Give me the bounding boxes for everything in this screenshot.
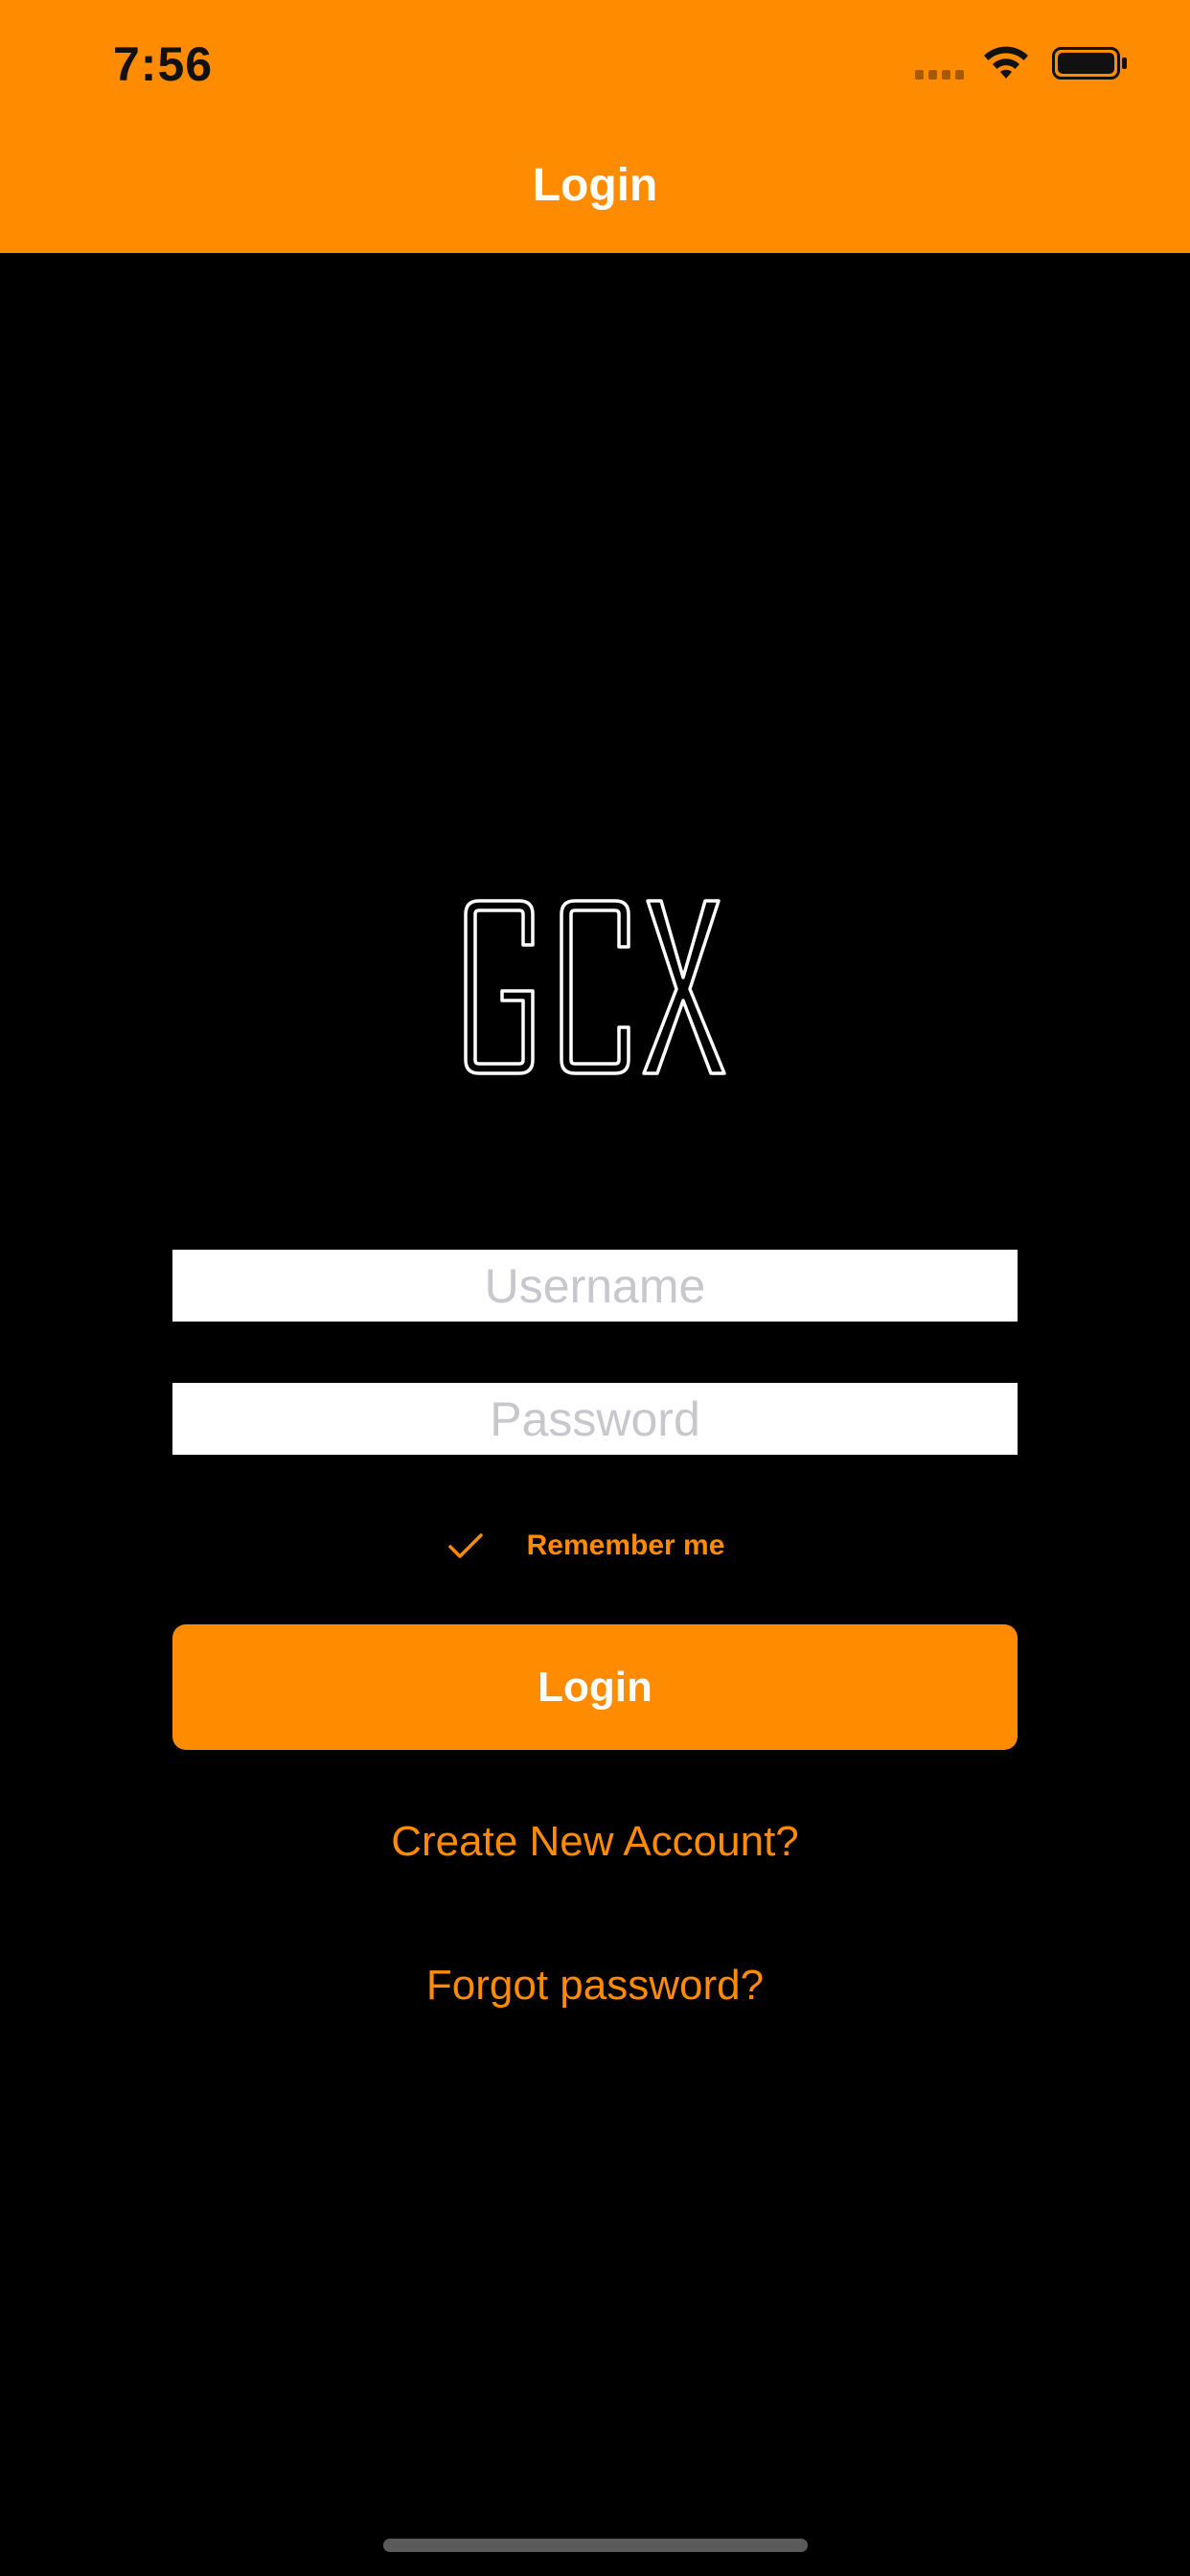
- home-indicator[interactable]: [383, 2539, 808, 2552]
- checkmark-icon[interactable]: [446, 1530, 485, 1562]
- password-input[interactable]: [172, 1383, 1018, 1455]
- remember-me-toggle[interactable]: Remember me: [0, 1522, 1190, 1570]
- status-icons: [915, 44, 1129, 82]
- gcx-logo: [464, 899, 726, 1075]
- remember-me-label: Remember me: [526, 1530, 725, 1561]
- header-bar: 7:56 Login: [0, 0, 1190, 253]
- login-screen: 7:56 Login Username Remember me Login Cr…: [0, 0, 1190, 2576]
- login-button[interactable]: Login: [172, 1624, 1018, 1750]
- forgot-password-link[interactable]: Forgot password?: [0, 1962, 1190, 2010]
- signal-icon: [915, 47, 964, 80]
- username-input[interactable]: [172, 1250, 1018, 1322]
- wifi-icon: [984, 46, 1028, 79]
- battery-icon: [1052, 47, 1127, 80]
- create-account-link[interactable]: Create New Account?: [0, 1818, 1190, 1866]
- page-title: Login: [532, 160, 658, 211]
- status-time: 7:56: [113, 37, 214, 91]
